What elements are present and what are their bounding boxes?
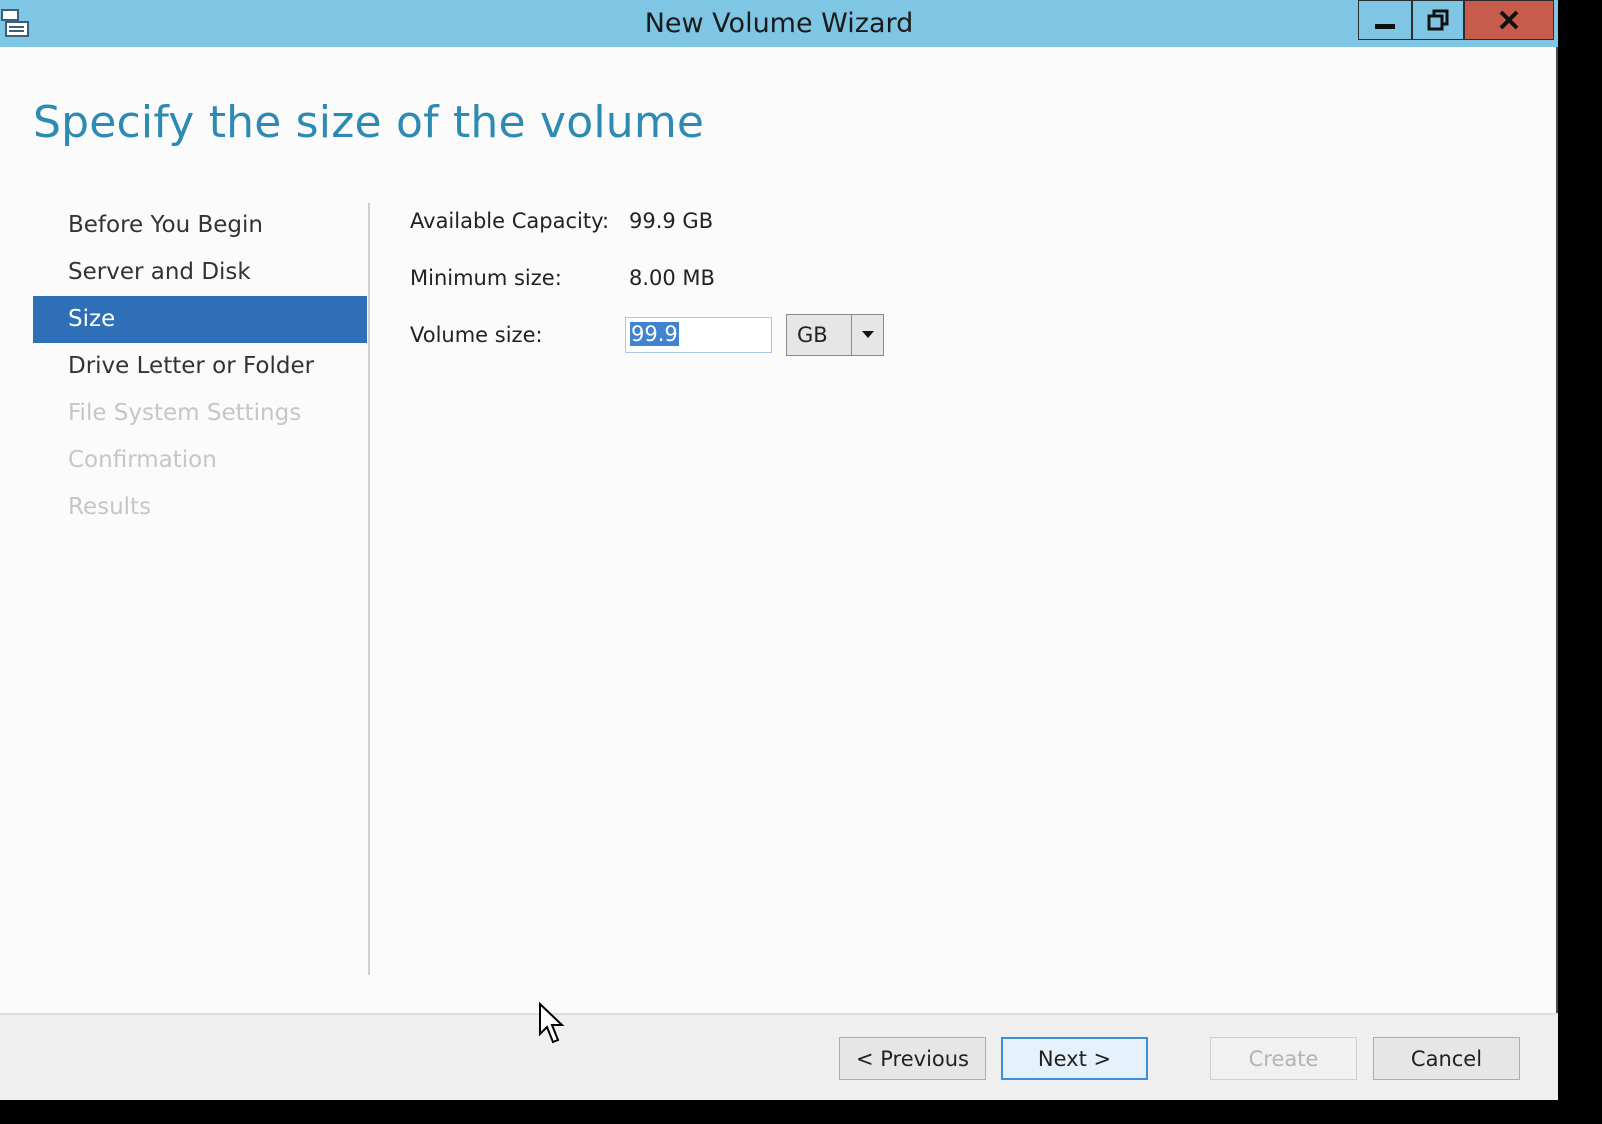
- close-icon: [1499, 10, 1519, 30]
- minimize-button[interactable]: [1358, 0, 1412, 40]
- close-button[interactable]: [1464, 0, 1554, 40]
- nav-item-drive-letter-or-folder[interactable]: Drive Letter or Folder: [33, 343, 367, 390]
- cancel-button[interactable]: Cancel: [1373, 1037, 1520, 1080]
- nav-item-results: Results: [68, 494, 152, 520]
- volume-size-input[interactable]: 99.9: [625, 317, 772, 353]
- caret-down-icon: [861, 331, 874, 338]
- volume-size-value: 99.9: [630, 322, 679, 346]
- nav-item-size[interactable]: Size: [33, 296, 367, 343]
- nav-item-file-system-settings: File System Settings: [68, 400, 302, 426]
- mouse-pointer-icon: [539, 1002, 565, 1044]
- nav-item-before-you-begin[interactable]: Before You Begin: [33, 202, 367, 249]
- page-heading: Specify the size of the volume: [33, 97, 705, 148]
- size-unit-dropdown[interactable]: GB: [786, 314, 884, 356]
- wizard-window: New Volume Wizard Specify the size of th…: [0, 0, 1558, 1100]
- wizard-footer: < Previous Next > Create Cancel: [0, 1013, 1558, 1100]
- available-capacity-label: Available Capacity:: [410, 209, 610, 233]
- volume-size-label: Volume size:: [410, 323, 543, 347]
- minimize-icon: [1375, 24, 1395, 29]
- nav-item-confirmation: Confirmation: [68, 447, 217, 473]
- title-bar[interactable]: New Volume Wizard: [0, 0, 1558, 47]
- restore-icon: [1427, 9, 1449, 31]
- restore-button[interactable]: [1412, 0, 1464, 40]
- available-capacity-value: 99.9 GB: [629, 209, 714, 233]
- previous-button[interactable]: < Previous: [839, 1037, 986, 1080]
- wizard-steps-nav: Before You Begin Server and Disk Size Dr…: [33, 202, 367, 531]
- size-unit-value: GB: [797, 323, 828, 347]
- dropdown-arrow-icon[interactable]: [851, 315, 883, 355]
- minimum-size-value: 8.00 MB: [629, 266, 715, 290]
- minimum-size-label: Minimum size:: [410, 266, 562, 290]
- nav-item-server-and-disk[interactable]: Server and Disk: [33, 249, 367, 296]
- create-button: Create: [1210, 1037, 1357, 1080]
- nav-divider: [368, 203, 370, 975]
- screen-bottom-edge: [0, 1100, 1602, 1124]
- next-button[interactable]: Next >: [1001, 1037, 1148, 1080]
- window-title: New Volume Wizard: [644, 8, 914, 39]
